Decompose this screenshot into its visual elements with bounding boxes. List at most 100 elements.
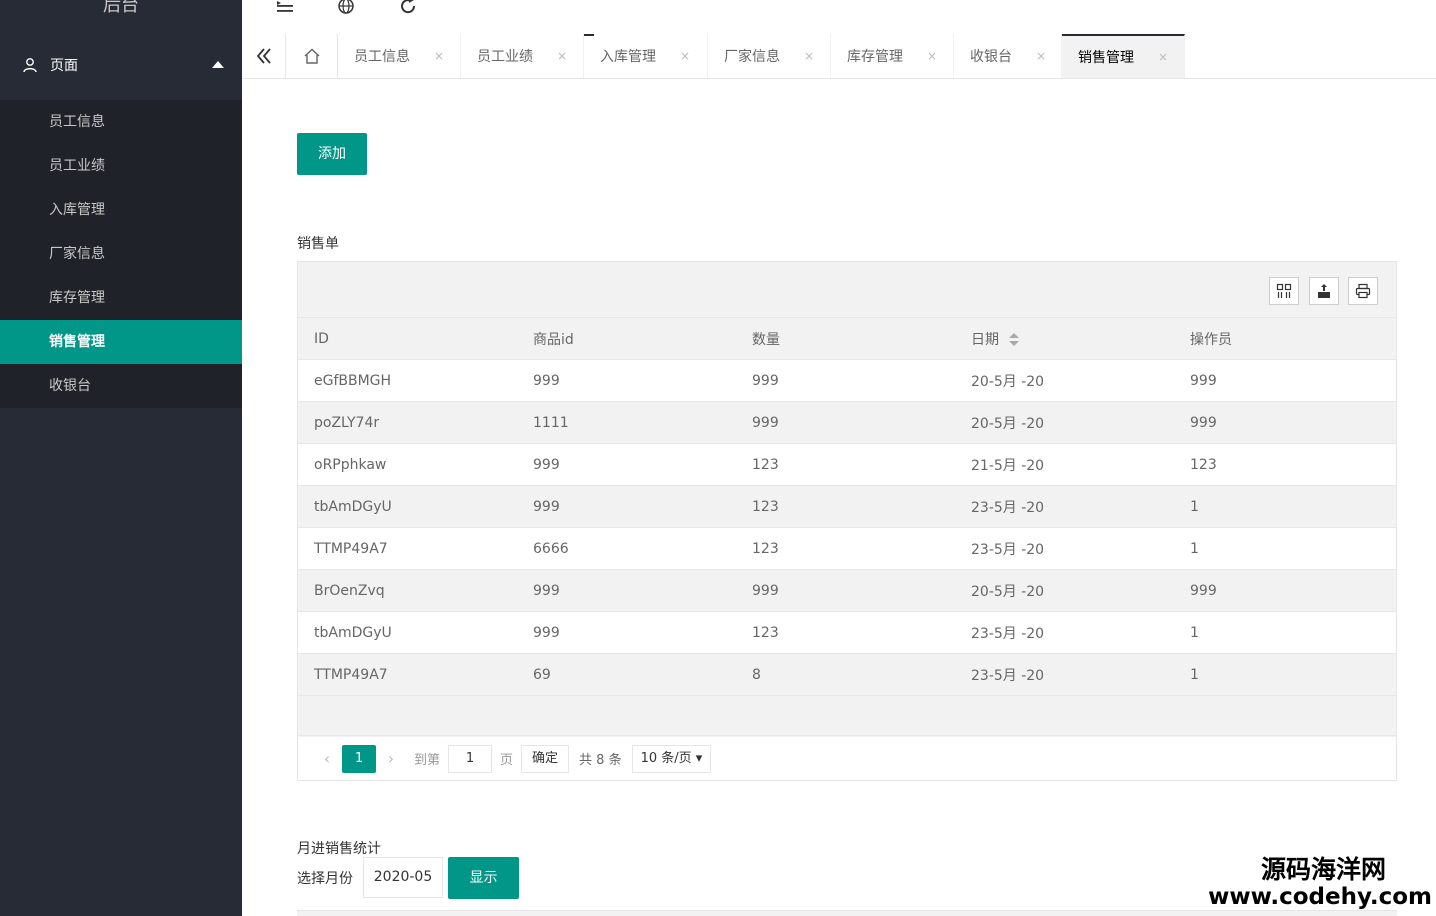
tab-employee-info[interactable]: 员工信息 × [338,34,461,78]
page-number-current[interactable]: 1 [342,744,376,773]
page-size-select[interactable]: 10 条/页 ▾ [631,744,712,773]
print-button[interactable] [1348,277,1378,305]
pagination: ‹ 1 › 到第 1 页 确定 共 8 条 10 条/页 ▾ [297,737,1397,781]
month-select-label: 选择月份 [297,871,353,887]
tab-label: 收银台 [970,49,1012,65]
table-cell: 999 [533,498,560,515]
table-cell: 1 [1190,666,1199,683]
tab-home[interactable] [286,34,338,78]
month-input[interactable]: 2020-05 [363,857,443,898]
close-icon[interactable]: × [1036,49,1046,63]
table-cell: TTMP49A7 [314,540,388,557]
caret-up-icon [212,61,224,68]
sidebar-item-inventory[interactable]: 库存管理 [0,276,242,320]
table-cell: 999 [1190,582,1217,599]
sidebar-item-employee-info[interactable]: 员工信息 [0,100,242,144]
table-cell: 6666 [533,540,569,557]
table-cell: 1111 [533,414,569,431]
sidebar-group-label: 页面 [50,58,78,74]
next-page-icon[interactable]: › [376,749,406,768]
table-cell: 1 [1190,540,1199,557]
column-header-quantity[interactable]: 数量 [736,329,955,349]
watermark: 源码海洋网 www.codehy.com [1208,855,1432,911]
show-button[interactable]: 显示 [448,857,519,899]
table-cell: 999 [1190,372,1217,389]
table-body: eGfBBMGH 999 999 20-5月 -20 999 poZLY74r 1111 99… [298,360,1396,696]
watermark-line1: 源码海洋网 [1260,855,1386,884]
page-suffix-label: 页 [500,753,514,768]
table-cell: TTMP49A7 [314,666,388,683]
column-header-operator[interactable]: 操作员 [1174,329,1394,349]
table-cell: 999 [752,372,779,389]
table-cell: 123 [752,456,779,473]
sidebar-item-vendor-info[interactable]: 厂家信息 [0,232,242,276]
stats-table-top [297,910,1397,916]
tab-label: 厂家信息 [724,49,780,65]
table-cell: 999 [752,582,779,599]
export-button[interactable] [1309,277,1339,305]
section-title-sales-list: 销售单 [297,236,339,252]
close-icon[interactable]: × [680,49,690,63]
tab-label: 销售管理 [1078,50,1134,66]
tab-scroll-left[interactable] [242,34,286,78]
table-cell: 23-5月 -20 [971,667,1045,684]
sort-icon[interactable] [1009,332,1019,347]
table-cell: oRPphkaw [314,456,387,473]
print-icon [1355,283,1371,299]
tab-stock-in[interactable]: 入库管理 × [584,34,708,78]
tab-label: 库存管理 [847,49,903,65]
menu-toggle-icon[interactable] [273,0,297,21]
close-icon[interactable]: × [557,49,567,63]
double-chevron-left-icon [256,48,271,64]
sidebar-item-stock-in[interactable]: 入库管理 [0,188,242,232]
table-cell: 23-5月 -20 [971,499,1045,516]
table-cell: tbAmDGyU [314,498,392,515]
export-icon [1318,284,1330,298]
goto-confirm-button[interactable]: 确定 [521,744,570,773]
close-icon[interactable]: × [927,49,937,63]
column-header-date[interactable]: 日期 [955,329,1174,349]
table-row[interactable]: oRPphkaw 999 123 21-5月 -20 123 [298,444,1396,486]
globe-icon[interactable] [334,0,358,21]
goto-page-input[interactable]: 1 [448,744,493,773]
close-icon[interactable]: × [804,49,814,63]
table-row[interactable]: eGfBBMGH 999 999 20-5月 -20 999 [298,360,1396,402]
tab-label: 员工信息 [354,49,410,65]
table-cell: 999 [533,456,560,473]
table-cell: eGfBBMGH [314,372,392,389]
top-toolbar [242,0,1436,34]
column-filter-button[interactable] [1269,277,1299,305]
sidebar-group-pages[interactable]: 页面 [0,34,242,96]
table-cell: 20-5月 -20 [971,415,1045,432]
table-cell: BrOenZvq [314,582,385,599]
table-row[interactable]: tbAmDGyU 999 123 23-5月 -20 1 [298,486,1396,528]
sidebar-item-employee-performance[interactable]: 员工业绩 [0,144,242,188]
tab-cashier[interactable]: 收银台 × [954,34,1062,78]
table-cell: 69 [533,666,551,683]
tab-vendor-info[interactable]: 厂家信息 × [708,34,831,78]
table-row[interactable]: poZLY74r 1111 999 20-5月 -20 999 [298,402,1396,444]
table-cell: 21-5月 -20 [971,457,1045,474]
prev-page-icon[interactable]: ‹ [312,749,342,768]
table-cell: 999 [1190,414,1217,431]
tab-employee-performance[interactable]: 员工业绩 × [461,34,584,78]
table-row[interactable]: BrOenZvq 999 999 20-5月 -20 999 [298,570,1396,612]
table-cell: 123 [752,540,779,557]
table-row[interactable]: TTMP49A7 69 8 23-5月 -20 1 [298,654,1396,696]
tab-inventory[interactable]: 库存管理 × [831,34,954,78]
sidebar-item-sales[interactable]: 销售管理 [0,320,242,364]
column-header-product-id[interactable]: 商品id [517,329,736,349]
close-icon[interactable]: × [1158,50,1168,64]
add-button[interactable]: 添加 [297,133,367,175]
sidebar-item-cashier[interactable]: 收银台 [0,364,242,408]
tab-sales[interactable]: 销售管理 × [1062,34,1185,78]
table-row[interactable]: tbAmDGyU 999 123 23-5月 -20 1 [298,612,1396,654]
user-icon [23,58,37,73]
tab-label: 入库管理 [600,49,656,65]
column-header-id[interactable]: ID [298,331,517,347]
refresh-icon[interactable] [396,0,420,21]
goto-label: 到第 [414,753,441,768]
close-icon[interactable]: × [434,49,444,63]
table-cell: 123 [1190,456,1217,473]
table-row[interactable]: TTMP49A7 6666 123 23-5月 -20 1 [298,528,1396,570]
